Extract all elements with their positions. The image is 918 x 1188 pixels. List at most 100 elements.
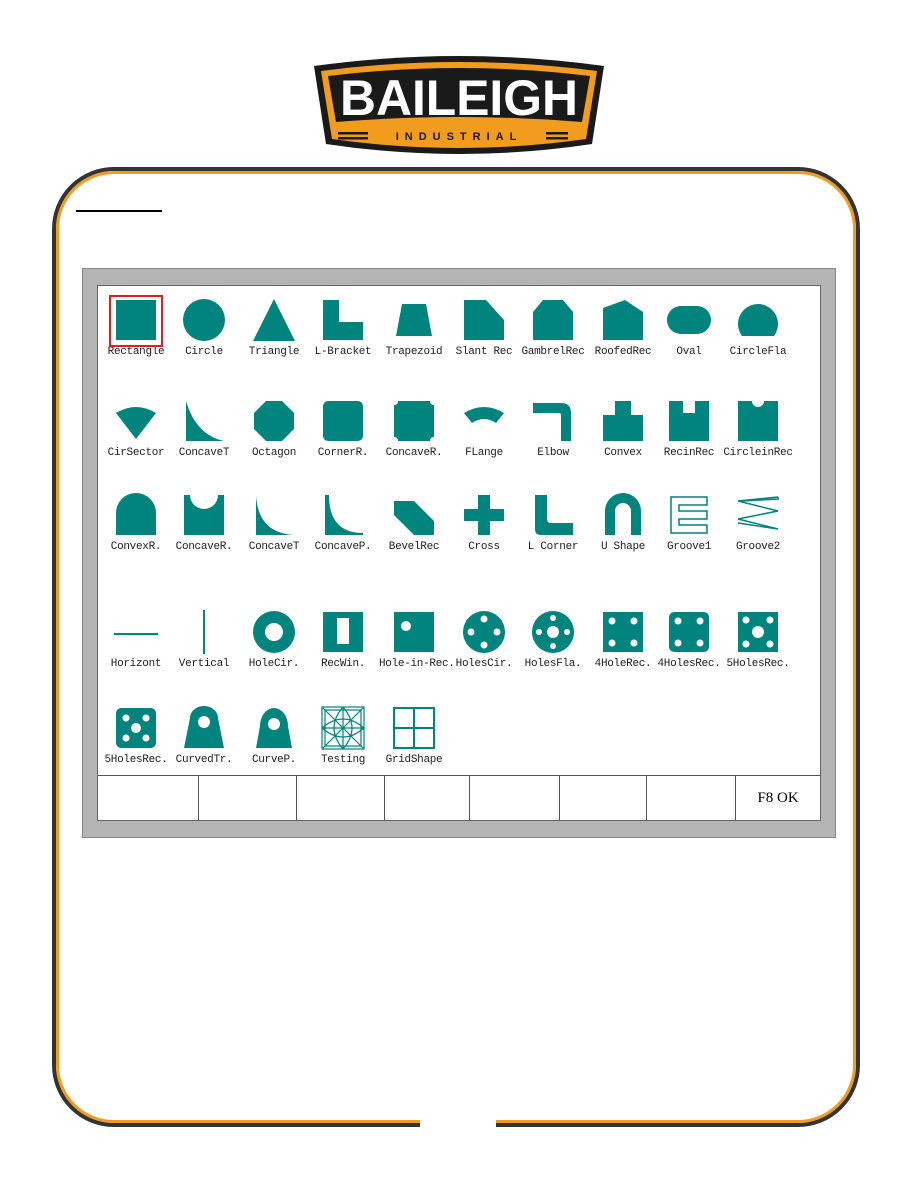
concave-t2-icon <box>256 495 294 535</box>
shape-label: Groove2 <box>735 541 781 553</box>
shape-rec-window[interactable]: RecWin. <box>308 610 378 670</box>
shape-label: Octagon <box>251 447 297 459</box>
concave-r-icon <box>394 401 434 441</box>
shape-hole-in-rec[interactable]: Hole-in-Rec. <box>379 610 455 670</box>
function-key-3[interactable] <box>297 776 386 820</box>
shape-label: CornerR. <box>317 447 369 459</box>
shape-hole-circle[interactable]: HoleCir. <box>239 610 309 670</box>
function-key-7[interactable] <box>647 776 737 820</box>
shape-corner-r[interactable]: CornerR. <box>308 399 378 459</box>
shape-triangle[interactable]: Triangle <box>239 298 309 358</box>
shape-concave-p[interactable]: ConcaveP. <box>308 493 378 553</box>
shape-testing[interactable]: Testing <box>308 706 378 766</box>
shape-label: ConcaveT <box>178 447 230 459</box>
circle-flat-icon <box>738 304 778 336</box>
shape-slant-rec[interactable]: Slant Rec <box>449 298 519 358</box>
horizontal-line-icon <box>114 633 158 635</box>
shape-label: HolesFla. <box>524 658 582 670</box>
shape-vertical-line[interactable]: Vertical <box>169 610 239 670</box>
shape-roofed-rec[interactable]: RoofedRec <box>588 298 658 358</box>
shape-convex[interactable]: Convex <box>588 399 658 459</box>
4-holes-rec-icon <box>669 612 709 652</box>
curve-p-icon <box>256 708 292 748</box>
gambrel-rec-icon <box>533 300 573 340</box>
shape-cir-sector[interactable]: CirSector <box>101 399 171 459</box>
groove1-icon <box>670 496 708 534</box>
shape-circle-in-rec[interactable]: CircleinRec <box>723 399 793 459</box>
shape-label: FLange <box>465 447 503 459</box>
shape-label: CircleinRec <box>723 447 793 459</box>
shape-grid-shape[interactable]: GridShape <box>379 706 449 766</box>
shape-concave-r[interactable]: ConcaveR. <box>379 399 449 459</box>
shape-gambrel-rec[interactable]: GambrelRec <box>518 298 588 358</box>
shape-circle-flat[interactable]: CircleFla <box>723 298 793 358</box>
function-key-1[interactable] <box>98 776 199 820</box>
shape-label: Horizont <box>110 658 162 670</box>
cir-sector-icon <box>116 407 156 439</box>
shape-label: ConcaveP. <box>314 541 372 553</box>
shape-label: HoleCir. <box>248 658 300 670</box>
shape-l-corner[interactable]: L Corner <box>518 493 588 553</box>
shape-cross[interactable]: Cross <box>449 493 519 553</box>
shape-circle[interactable]: Circle <box>169 298 239 358</box>
shape-convex-r[interactable]: ConvexR. <box>101 493 171 553</box>
shape-label: Testing <box>320 754 366 766</box>
svg-text:INDUSTRIAL: INDUSTRIAL <box>396 131 523 143</box>
elbow-icon <box>533 403 571 441</box>
slant-rec-icon <box>464 300 504 340</box>
u-shape-icon <box>605 493 641 535</box>
l-bracket-icon <box>323 300 363 340</box>
shape-bevel-rec[interactable]: BevelRec <box>379 493 449 553</box>
shape-label: Oval <box>676 346 702 358</box>
shape-4-hole-rec[interactable]: 4HoleRec. <box>588 610 658 670</box>
trapezoid-icon <box>396 304 432 336</box>
shape-rec-in-rec[interactable]: RecinRec <box>654 399 724 459</box>
shape-u-shape[interactable]: U Shape <box>588 493 658 553</box>
shape-label: ConcaveR. <box>385 447 443 459</box>
cross-icon <box>464 495 504 535</box>
testing-icon <box>321 706 365 750</box>
convex-icon <box>603 401 643 441</box>
shape-curved-tr[interactable]: CurvedTr. <box>169 706 239 766</box>
selection-highlight <box>109 295 163 347</box>
f8-ok-button[interactable]: F8 OK <box>736 776 820 820</box>
shape-l-bracket[interactable]: L-Bracket <box>308 298 378 358</box>
shape-label: Rectangle <box>107 346 165 358</box>
shape-flange[interactable]: FLange <box>449 399 519 459</box>
shape-label: L Corner <box>527 541 579 553</box>
shape-label: RecinRec <box>663 447 715 459</box>
shape-elbow[interactable]: Elbow <box>518 399 588 459</box>
shape-groove1[interactable]: Groove1 <box>654 493 724 553</box>
holes-flange-icon <box>532 611 574 653</box>
shape-label: RecWin. <box>320 658 366 670</box>
roofed-rec-icon <box>603 300 643 340</box>
shape-label: ConvexR. <box>110 541 162 553</box>
shape-holes-circle[interactable]: HolesCir. <box>449 610 519 670</box>
function-key-5[interactable] <box>470 776 560 820</box>
triangle-icon <box>253 299 295 341</box>
shape-label: Elbow <box>537 447 569 459</box>
shape-curve-p[interactable]: CurveP. <box>239 706 309 766</box>
svg-text:BAILEIGH: BAILEIGH <box>340 70 578 126</box>
shape-oval[interactable]: Oval <box>654 298 724 358</box>
shape-label: Hole-in-Rec. <box>379 658 455 670</box>
function-key-4[interactable] <box>385 776 470 820</box>
4-hole-rec-icon <box>603 612 643 652</box>
shape-concave-r2[interactable]: ConcaveR. <box>169 493 239 553</box>
shape-octagon[interactable]: Octagon <box>239 399 309 459</box>
shape-holes-flange[interactable]: HolesFla. <box>518 610 588 670</box>
shape-4-holes-rec[interactable]: 4HolesRec. <box>654 610 724 670</box>
circle-icon <box>183 299 225 341</box>
shape-concave-t2[interactable]: ConcaveT <box>239 493 309 553</box>
shape-5-holes-rec2[interactable]: 5HolesRec. <box>101 706 171 766</box>
function-key-6[interactable] <box>560 776 648 820</box>
concave-t-icon <box>186 401 224 441</box>
shape-horizontal-line[interactable]: Horizont <box>101 610 171 670</box>
bevel-rec-icon <box>394 501 434 535</box>
shape-label: BevelRec <box>388 541 440 553</box>
shape-groove2[interactable]: Groove2 <box>723 493 793 553</box>
shape-concave-t[interactable]: ConcaveT <box>169 399 239 459</box>
shape-trapezoid[interactable]: Trapezoid <box>379 298 449 358</box>
function-key-2[interactable] <box>199 776 298 820</box>
shape-5-holes-rec[interactable]: 5HolesRec. <box>723 610 793 670</box>
